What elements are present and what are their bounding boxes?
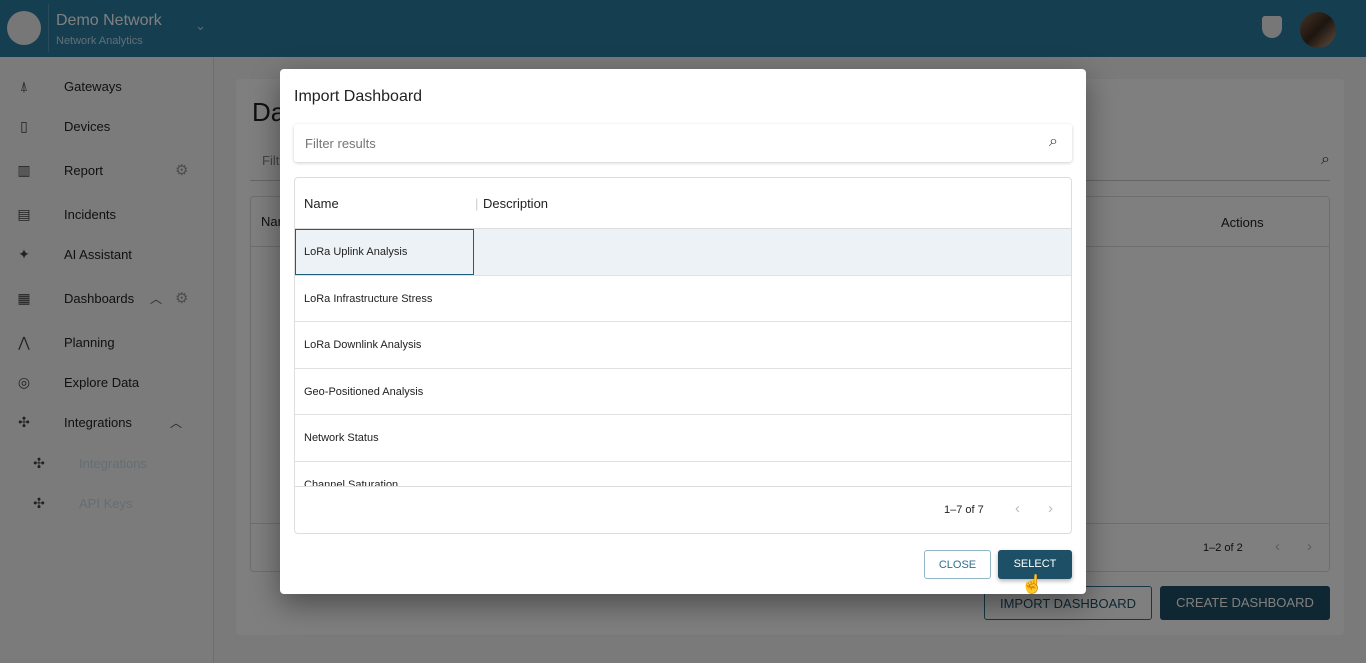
table-row[interactable]: LoRa Infrastructure Stress [295,276,1071,322]
import-dashboard-dialog: Import Dashboard ⌕ Name | Description Lo… [280,69,1086,594]
dashboards-grid: Name | Description LoRa Uplink Analysis … [294,177,1072,534]
column-separator[interactable]: | [475,196,478,211]
row-name: LoRa Downlink Analysis [304,339,422,351]
row-name: Network Status [304,432,379,444]
table-row[interactable]: LoRa Uplink Analysis [295,229,1071,276]
table-header: Name | Description [295,178,1071,229]
table-row[interactable]: Network Status [295,415,1071,462]
prev-page-icon[interactable]: ‹ [1015,500,1020,517]
row-name: LoRa Infrastructure Stress [304,292,433,305]
row-name: Geo-Positioned Analysis [304,385,424,398]
next-page-icon[interactable]: › [1048,500,1053,517]
search-icon[interactable]: ⌕ [1049,133,1058,151]
row-name: LoRa Uplink Analysis [304,246,408,258]
column-name[interactable]: Name [304,196,339,211]
dialog-title: Import Dashboard [294,88,423,105]
table-body[interactable]: LoRa Uplink Analysis LoRa Infrastructure… [295,229,1071,487]
filter-results-input[interactable] [294,124,994,162]
column-description[interactable]: Description [483,196,548,211]
pagination-text: 1–7 of 7 [944,504,984,516]
close-button[interactable]: CLOSE [924,550,991,579]
table-footer: 1–7 of 7 ‹ › [295,486,1071,533]
filter-field: ⌕ [294,124,1072,162]
table-row[interactable]: LoRa Downlink Analysis [295,322,1071,369]
table-row[interactable]: Channel Saturation [295,462,1071,488]
hand-cursor-icon: ☝ [1021,574,1044,594]
table-row[interactable]: Geo-Positioned Analysis [295,369,1071,415]
